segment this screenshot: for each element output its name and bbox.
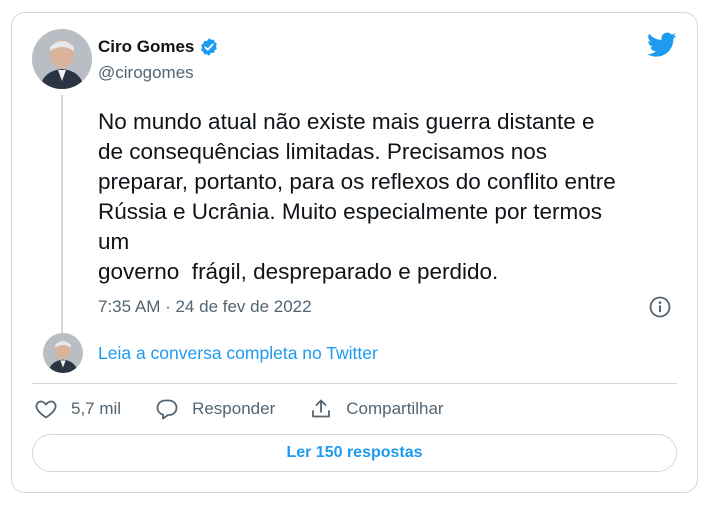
share-upload-icon: [312, 399, 331, 418]
tweet-actions: 5,7 mil Responder Compartilhar: [34, 397, 478, 421]
heart-icon: [35, 400, 57, 419]
author-handle[interactable]: @cirogomes: [98, 63, 194, 83]
reply-avatar[interactable]: [43, 333, 83, 373]
verified-badge-icon: [201, 38, 218, 56]
reply-button[interactable]: Responder: [155, 397, 275, 421]
read-conversation-link[interactable]: Leia a conversa completa no Twitter: [98, 343, 378, 364]
author-name[interactable]: Ciro Gomes: [98, 37, 194, 57]
tweet-card: Ciro Gomes @cirogomes No mundo atual não…: [11, 12, 698, 493]
reply-label: Responder: [192, 399, 276, 418]
share-button[interactable]: Compartilhar: [309, 397, 444, 421]
actions-divider: [32, 383, 677, 384]
twitter-bird-icon[interactable]: [647, 32, 677, 58]
tweet-text: No mundo atual não existe mais guerra di…: [98, 109, 616, 284]
author-name-row: Ciro Gomes: [98, 37, 219, 57]
tweet-timestamp[interactable]: 7:35 AM · 24 de fev de 2022: [98, 297, 312, 317]
likes-count: 5,7 mil: [71, 399, 122, 418]
read-replies-button[interactable]: Ler 150 respostas: [32, 434, 677, 472]
like-button[interactable]: 5,7 mil: [34, 397, 121, 421]
info-icon[interactable]: [648, 295, 672, 319]
author-avatar[interactable]: [32, 29, 92, 89]
thread-connector-line: [61, 95, 63, 338]
share-label: Compartilhar: [346, 399, 444, 418]
reply-bubble-icon: [156, 399, 178, 420]
